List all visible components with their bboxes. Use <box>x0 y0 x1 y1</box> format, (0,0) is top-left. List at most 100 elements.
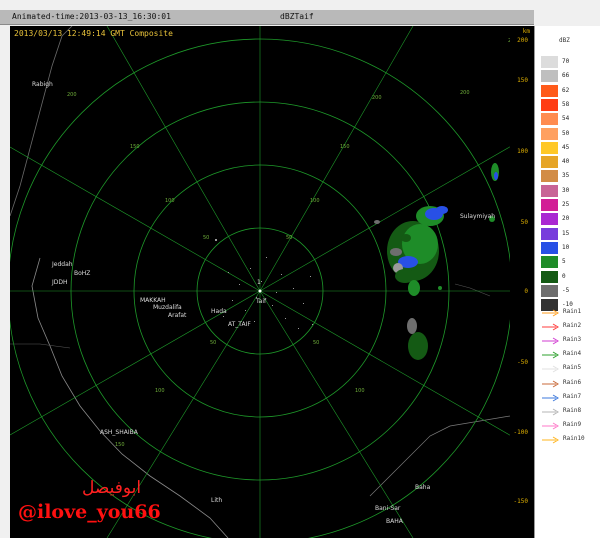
watermark-arabic: ابوفيصل <box>82 478 142 498</box>
svg-text:150: 150 <box>115 442 125 448</box>
legend-swatch <box>541 70 558 83</box>
track-arrow-icon <box>542 351 559 359</box>
legend-swatch <box>541 156 558 169</box>
legend-level-label: 20 <box>562 215 570 223</box>
legend-level-label: 35 <box>562 172 570 180</box>
legend-swatch <box>541 56 558 68</box>
legend-level-label: 5 <box>562 258 566 266</box>
svg-text:50: 50 <box>203 235 209 241</box>
place-at-taif: AT_TAIF <box>228 321 251 328</box>
legend-level-label: 50 <box>562 129 570 137</box>
legend-title: dBZ <box>559 37 570 44</box>
place-bohz: BoHZ <box>74 270 90 277</box>
track-arrow-icon <box>542 408 559 416</box>
y-axis-unit: km <box>522 28 530 35</box>
y-tick: 200 <box>517 37 528 44</box>
legend-level-label: 58 <box>562 100 570 108</box>
ring-labels: 50 100 150 200 50 100 150 200 50 100 50 … <box>67 38 518 448</box>
ring-label-200: 200 <box>372 95 382 101</box>
y-tick: 0 <box>524 288 528 295</box>
ring-label-150: 150 <box>340 144 350 150</box>
legend-swatch <box>541 127 558 140</box>
place-taif: Taif <box>255 298 267 305</box>
rain-track-item: Rain2 <box>541 322 597 332</box>
track-label: Rain9 <box>563 420 582 428</box>
track-label: Rain1 <box>563 308 582 315</box>
legend-swatch <box>541 227 558 240</box>
legend-swatch <box>541 270 558 283</box>
echo-cells <box>374 163 499 360</box>
y-tick: -150 <box>513 498 528 505</box>
track-arrow-icon <box>542 309 559 317</box>
y-tick: -50 <box>517 359 528 366</box>
svg-text:50: 50 <box>313 340 319 346</box>
legend-level-label: 70 <box>562 58 570 65</box>
svg-text:200: 200 <box>460 90 470 96</box>
animated-time-label: Animated-time:2013-03-13_16:30:01 <box>12 12 171 21</box>
place-muzdalifa: Muzdalifa <box>153 304 182 311</box>
legend-level-label: 0 <box>562 272 566 280</box>
product-label: dBZTaif <box>280 12 314 21</box>
legend-swatch <box>541 98 558 111</box>
svg-text:1: 1 <box>257 279 261 286</box>
legend-level-label: 45 <box>562 143 570 151</box>
svg-text:100: 100 <box>155 388 165 394</box>
y-tick: 150 <box>517 77 528 84</box>
track-label: Rain4 <box>563 350 582 358</box>
legend-level-label: 40 <box>562 158 570 166</box>
track-label: Rain2 <box>563 322 582 330</box>
legend-swatch <box>541 213 558 226</box>
rain-track-item: Rain8 <box>541 407 597 417</box>
track-arrow-icon <box>542 337 559 345</box>
rain-track-item: Rain5 <box>541 364 597 374</box>
place-sulaymiyah: Sulaymiyah <box>460 213 495 220</box>
legend-swatch <box>541 184 558 197</box>
place-hada: Hada <box>211 308 227 315</box>
place-baha-code: BAHA <box>386 518 404 525</box>
legend-level-label: 25 <box>562 201 570 208</box>
legend-swatch <box>541 256 558 269</box>
legend-swatch <box>541 113 558 126</box>
legend-swatch <box>541 284 558 297</box>
radar-display[interactable]: 50 100 150 200 50 100 150 200 50 100 50 … <box>10 26 520 538</box>
station-marker: 1 <box>257 279 262 293</box>
svg-text:150: 150 <box>130 144 140 150</box>
legend-level-label: 30 <box>562 186 570 194</box>
place-bani-sar: Bani-Sar <box>375 505 401 512</box>
legend-swatch <box>541 241 558 254</box>
track-label: Rain5 <box>563 364 582 372</box>
place-baha: Baha <box>415 484 431 491</box>
legend-level-label: 62 <box>562 86 570 94</box>
radar-viewer-window: Animated-time:2013-03-13_16:30:01 dBZTai… <box>0 0 600 538</box>
track-label: Rain6 <box>563 378 582 386</box>
legend-swatch <box>541 170 558 183</box>
legend-swatch <box>541 84 558 97</box>
place-labels: Rabigh Jeddah BoHZ JDDH MAKKAH Muzdalifa… <box>32 81 495 525</box>
track-arrow-icon <box>542 394 559 402</box>
track-arrow-icon <box>542 365 559 373</box>
legend-level-label: 10 <box>562 243 570 251</box>
rain-track-item: Rain7 <box>541 393 597 403</box>
track-arrow-icon <box>542 422 559 430</box>
place-jeddah: Jeddah <box>51 261 73 268</box>
track-label: Rain3 <box>563 336 582 344</box>
y-axis: km 200 150 100 50 0 -50 -100 -150 <box>510 26 534 538</box>
legend-swatch <box>541 141 558 154</box>
watermark-handle: @ilove_you66 <box>18 501 161 523</box>
composite-header: 2013/03/13 12:49:14 GMT Composite <box>14 29 173 38</box>
title-bar: Animated-time:2013-03-13_16:30:01 dBZTai… <box>0 10 534 25</box>
rain-track-item: Rain1 <box>541 308 597 318</box>
y-tick: 100 <box>517 148 528 155</box>
y-tick: -100 <box>513 429 528 436</box>
place-makkah: MAKKAH <box>140 297 166 304</box>
rain-track-item: Rain4 <box>541 350 597 360</box>
place-arafat: Arafat <box>168 312 187 319</box>
place-ash-shaiba: ASH_SHAIBA <box>100 429 139 436</box>
svg-text:50: 50 <box>210 340 216 346</box>
track-label: Rain10 <box>563 434 585 442</box>
rain-track-item: Rain9 <box>541 421 597 431</box>
rain-track-item: Rain3 <box>541 336 597 346</box>
legend-panel: dBZ 70 66 62 58 54 50 45 40 35 30 25 20 15 10 5 0 -5 -10 … <box>534 26 600 538</box>
svg-text:200: 200 <box>67 92 77 98</box>
rain-track-item: Rain10 <box>541 435 597 445</box>
